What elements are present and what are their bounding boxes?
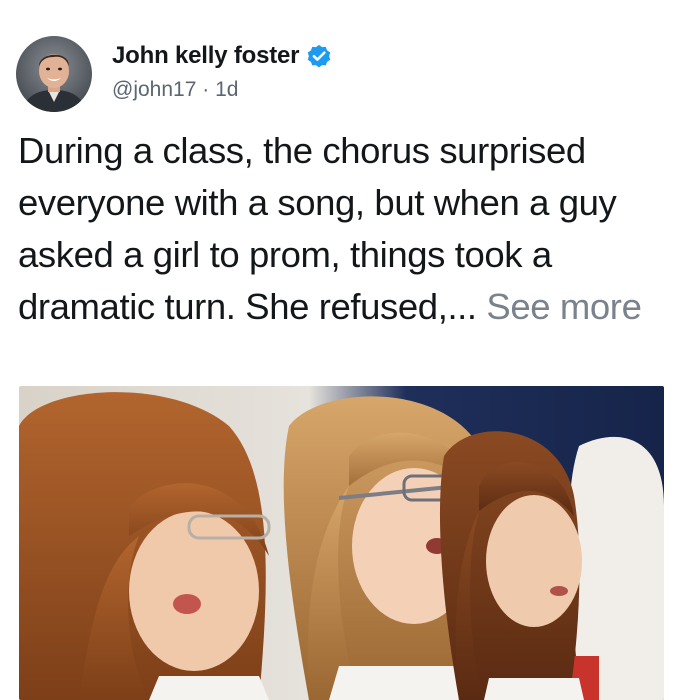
tweet-card: John kelly foster @john17 · 1d During a … <box>0 0 700 700</box>
see-more-link[interactable]: See more <box>486 286 641 327</box>
display-name-row: John kelly foster <box>112 42 333 70</box>
author-info: John kelly foster @john17 · 1d <box>112 42 333 102</box>
verified-badge-icon <box>305 42 333 70</box>
author-handle[interactable]: @john17 <box>112 78 196 101</box>
tweet-body: During a class, the chorus surprised eve… <box>18 125 688 333</box>
avatar-photo-icon <box>16 36 92 112</box>
post-time[interactable]: 1d <box>215 78 238 101</box>
avatar[interactable] <box>16 36 92 112</box>
choir-photo-icon <box>19 386 664 700</box>
tweet-media-photo[interactable] <box>19 386 664 700</box>
display-name[interactable]: John kelly foster <box>112 42 300 70</box>
author-meta: @john17 · 1d <box>112 78 333 102</box>
meta-separator: · <box>202 78 210 101</box>
tweet-header: John kelly foster @john17 · 1d <box>16 36 333 112</box>
